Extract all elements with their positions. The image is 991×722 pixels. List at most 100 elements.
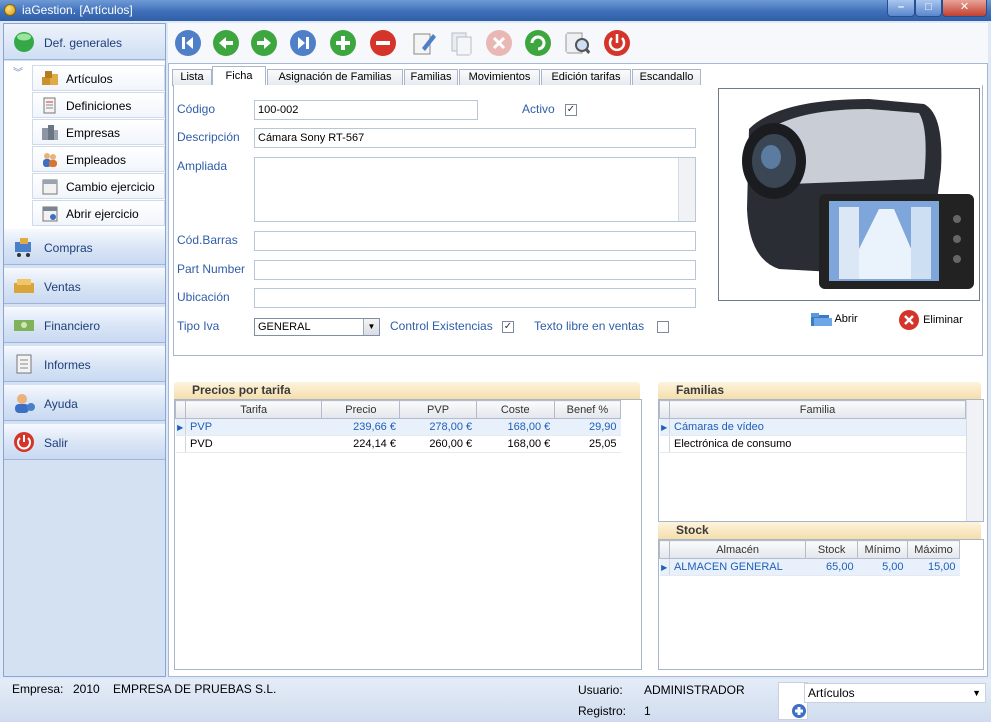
descripcion-field[interactable]: Cámara Sony RT-567	[254, 128, 696, 148]
abrir-image-button[interactable]: Abrir	[810, 311, 858, 327]
tab-edicion-tarifas[interactable]: Edición tarifas	[541, 69, 631, 86]
familias-header: Familias	[658, 382, 981, 399]
control-existencias-checkbox[interactable]: ✓	[502, 321, 514, 333]
texto-libre-label: Texto libre en ventas	[534, 319, 645, 333]
calendar-icon	[42, 179, 58, 195]
cell-precio: 239,66 €	[321, 418, 400, 436]
tab-escandallo[interactable]: Escandallo	[632, 69, 701, 86]
ubicacion-field[interactable]	[254, 288, 696, 308]
sidebar-item-definiciones[interactable]: Definiciones	[32, 92, 165, 118]
col-tarifa[interactable]: Tarifa	[185, 400, 323, 419]
tab-familias[interactable]: Familias	[404, 69, 458, 86]
collapse-chevron-icon[interactable]: ︾	[13, 64, 23, 79]
sidebar-item-cambio-ejercicio[interactable]: Cambio ejercicio	[32, 173, 165, 199]
nav-compras[interactable]: Compras	[4, 229, 165, 265]
abrir-label: Abrir	[834, 312, 858, 325]
maximize-button[interactable]: □	[915, 0, 942, 17]
eliminar-image-button[interactable]: Eliminar	[898, 309, 963, 331]
tab-asignacion-familias[interactable]: Asignación de Familias	[267, 69, 403, 86]
texto-libre-checkbox[interactable]	[657, 321, 669, 333]
sidebar-item-empleados[interactable]: Empleados	[32, 146, 165, 172]
col-minimo[interactable]: Mínimo	[857, 540, 908, 559]
tipoiva-select[interactable]: GENERAL ▼	[254, 318, 380, 336]
first-record-icon[interactable]	[173, 28, 203, 58]
stock-header: Stock	[658, 522, 981, 539]
nav-salir[interactable]: Salir	[4, 424, 165, 460]
copy-icon[interactable]	[446, 28, 476, 58]
close-button[interactable]: ✕	[942, 0, 987, 17]
row-indicator	[175, 435, 187, 453]
refresh-icon[interactable]	[523, 28, 553, 58]
delete-icon[interactable]	[368, 28, 398, 58]
familias-scrollbar[interactable]	[966, 400, 983, 521]
tab-movimientos[interactable]: Movimientos	[459, 69, 540, 86]
col-familia[interactable]: Familia	[669, 400, 966, 419]
registro-label: Registro:	[578, 704, 627, 718]
codigo-field[interactable]: 100-002	[254, 100, 478, 120]
precios-panel: Tarifa Precio PVP Coste Benef % ▶ PVP 23…	[174, 399, 642, 670]
add-icon[interactable]	[328, 28, 358, 58]
open-folder-icon	[811, 313, 832, 326]
sidebar-item-abrir-ejercicio[interactable]: Abrir ejercicio	[32, 200, 165, 226]
ampliada-scrollbar[interactable]	[678, 158, 695, 221]
table-row[interactable]: Electrónica de consumo	[659, 435, 966, 453]
previous-record-icon[interactable]	[211, 28, 241, 58]
chevron-down-icon[interactable]: ▼	[972, 684, 981, 702]
search-icon[interactable]	[563, 28, 593, 58]
table-row[interactable]: ▶ PVP 239,66 € 278,00 € 168,00 € 29,90	[175, 418, 621, 436]
col-benef[interactable]: Benef %	[553, 400, 622, 419]
cell-precio: 224,14 €	[321, 435, 400, 453]
product-photo	[718, 88, 980, 301]
edit-icon[interactable]	[408, 28, 438, 58]
report-icon	[16, 354, 32, 374]
nav-ayuda[interactable]: Ayuda	[4, 385, 165, 421]
sidebar-item-empresas[interactable]: Empresas	[32, 119, 165, 145]
col-pvp[interactable]: PVP	[399, 400, 477, 419]
col-coste[interactable]: Coste	[475, 400, 555, 419]
sidebar-item-articulos[interactable]: Artículos	[32, 65, 165, 91]
col-precio[interactable]: Precio	[321, 400, 401, 419]
last-record-icon[interactable]	[288, 28, 318, 58]
nav-ventas[interactable]: Ventas	[4, 268, 165, 304]
chevron-down-icon[interactable]: ▼	[363, 319, 379, 335]
col-almacen[interactable]: Almacén	[668, 540, 807, 559]
table-row[interactable]: PVD 224,14 € 260,00 € 168,00 € 25,05	[175, 435, 621, 453]
activo-checkbox[interactable]: ✓	[565, 104, 577, 116]
next-record-icon[interactable]	[249, 28, 279, 58]
module-select[interactable]: Artículos ▼	[804, 683, 986, 703]
tab-ficha[interactable]: Ficha	[212, 66, 266, 87]
cell-minimo: 5,00	[857, 558, 908, 576]
nav-informes[interactable]: Informes	[4, 346, 165, 382]
codbarras-field[interactable]	[254, 231, 696, 251]
cancel-icon[interactable]	[484, 28, 514, 58]
familias-panel: Familia ▶ Cámaras de vídeo Electrónica d…	[658, 399, 984, 522]
usuario-label: Usuario:	[578, 683, 623, 697]
partnumber-field[interactable]	[254, 260, 696, 280]
empresa-code: 2010	[73, 682, 100, 696]
table-row[interactable]: ▶ Cámaras de vídeo	[659, 418, 966, 436]
cell-familia: Electrónica de consumo	[669, 435, 966, 453]
ampliada-textarea[interactable]	[254, 157, 696, 222]
green-orb-icon	[14, 32, 34, 52]
nav-financiero[interactable]: Financiero	[4, 307, 165, 343]
article-form: Código 100-002 Activo ✓ Descripción Cáma…	[173, 85, 983, 356]
money-icon	[14, 320, 34, 331]
tab-lista[interactable]: Lista	[172, 69, 212, 86]
col-maximo[interactable]: Máximo	[907, 540, 960, 559]
empresa-name: EMPRESA DE PRUEBAS S.L.	[113, 682, 277, 696]
partnumber-label: Part Number	[177, 262, 246, 276]
precios-table: Tarifa Precio PVP Coste Benef % ▶ PVP 23…	[174, 400, 622, 453]
tipoiva-label: Tipo Iva	[177, 319, 220, 333]
descripcion-label: Descripción	[177, 130, 240, 144]
sidebar: Def. generales ︾ Artículos Definiciones …	[3, 23, 166, 677]
col-stock[interactable]: Stock	[805, 540, 859, 559]
codbarras-label: Cód.Barras	[177, 233, 238, 247]
empresa-label: Empresa:	[12, 682, 64, 696]
window-title: iaGestion. [Artículos]	[22, 3, 133, 17]
exit-power-icon[interactable]	[602, 28, 632, 58]
nav-def-generales[interactable]: Def. generales	[4, 24, 165, 60]
cell-almacen: ALMACEN GENERAL	[669, 558, 806, 576]
table-row[interactable]: ▶ ALMACEN GENERAL 65,00 5,00 15,00	[659, 558, 960, 576]
add-module-icon[interactable]	[779, 683, 807, 719]
minimize-button[interactable]: –	[887, 0, 915, 17]
